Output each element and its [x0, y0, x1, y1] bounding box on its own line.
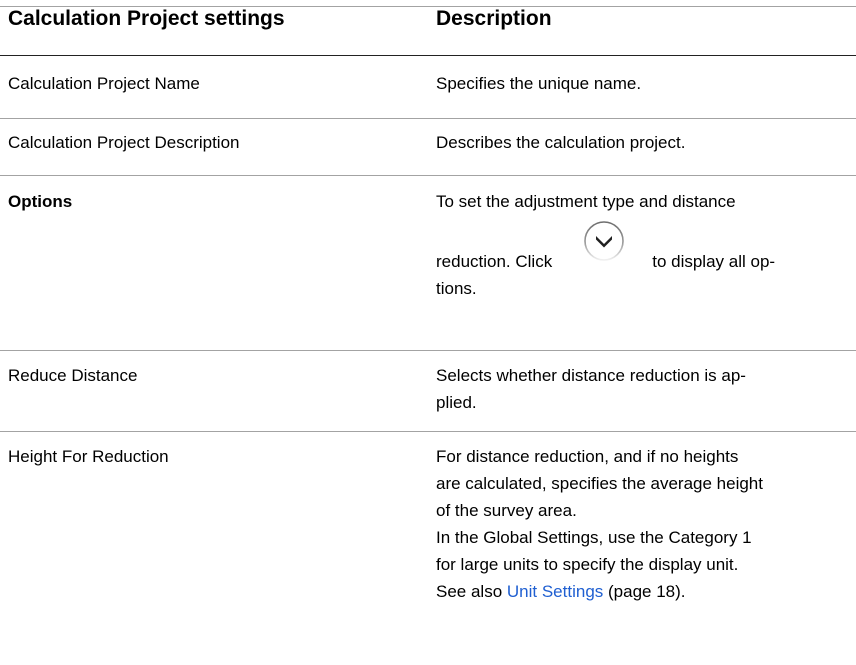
description-cell: For distance reduction, and if no height…	[422, 432, 856, 632]
description-cell: Selects whether distance reduction is ap…	[422, 350, 856, 432]
description-text: for large units to specify the display u…	[436, 555, 739, 574]
description-text: of the survey area.	[436, 501, 577, 520]
expand-options-button[interactable]	[566, 219, 642, 275]
table-row: Height For Reduction For distance reduct…	[0, 432, 856, 632]
see-also-suffix: (page 18).	[603, 582, 686, 601]
settings-table: Calculation Project settings Description…	[0, 6, 856, 632]
description-text: tions.	[436, 279, 477, 298]
description-text: In the Global Settings, use the Category…	[436, 528, 752, 547]
chevron-down-circle-icon	[584, 221, 625, 261]
table-row: Options To set the adjustment type and d…	[0, 175, 856, 351]
setting-name-cell: Calculation Project Description	[0, 118, 422, 176]
table-header-row: Calculation Project settings Description	[0, 6, 856, 56]
description-cell: To set the adjustment type and distance …	[422, 175, 856, 351]
header-description: Description	[422, 6, 856, 56]
setting-name-cell: Options	[0, 175, 422, 351]
description-text: reduction. Click	[436, 252, 553, 271]
description-text: plied.	[436, 393, 477, 412]
setting-name-cell: Reduce Distance	[0, 350, 422, 432]
setting-name-cell: Calculation Project Name	[0, 55, 422, 119]
page: Calculation Project settings Description…	[0, 0, 856, 665]
description-cell: Describes the calculation project.	[422, 118, 856, 176]
description-text: to display all op-	[652, 252, 776, 271]
description-text: For distance reduction, and if no height…	[436, 447, 739, 466]
table-row: Calculation Project Name Specifies the u…	[0, 55, 856, 119]
table-row: Calculation Project Description Describe…	[0, 118, 856, 176]
header-settings: Calculation Project settings	[0, 6, 422, 56]
table-row: Reduce Distance Selects whether distance…	[0, 350, 856, 432]
unit-settings-link[interactable]: Unit Settings	[507, 582, 603, 601]
see-also-prefix: See also	[436, 582, 507, 601]
description-text: To set the adjustment type and distance	[436, 192, 736, 211]
description-text: Selects whether distance reduction is ap…	[436, 366, 746, 385]
setting-name-cell: Height For Reduction	[8, 447, 169, 466]
description-text: are calculated, specifies the average he…	[436, 474, 763, 493]
see-also-line: See also Unit Settings (page 18).	[436, 578, 846, 605]
description-click-line: reduction. Click to display all op-	[436, 219, 846, 275]
description-cell: Specifies the unique name.	[422, 55, 856, 119]
